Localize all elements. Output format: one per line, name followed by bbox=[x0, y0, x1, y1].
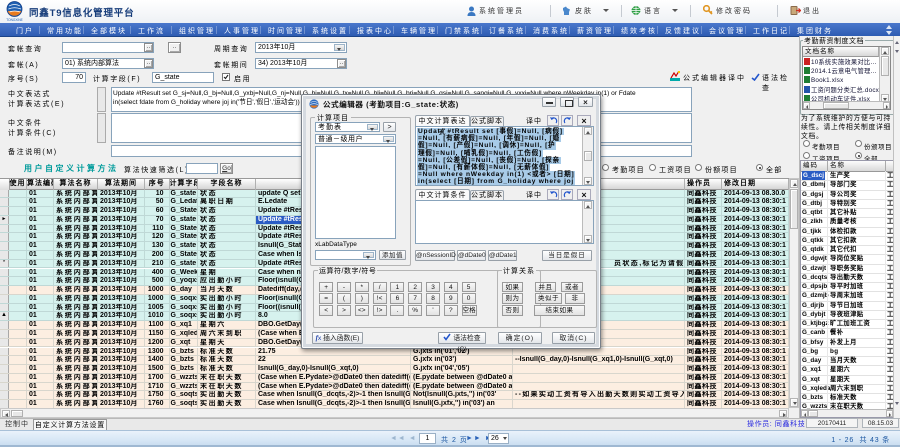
svg-text:TONGXINE: TONGXINE bbox=[6, 18, 23, 22]
